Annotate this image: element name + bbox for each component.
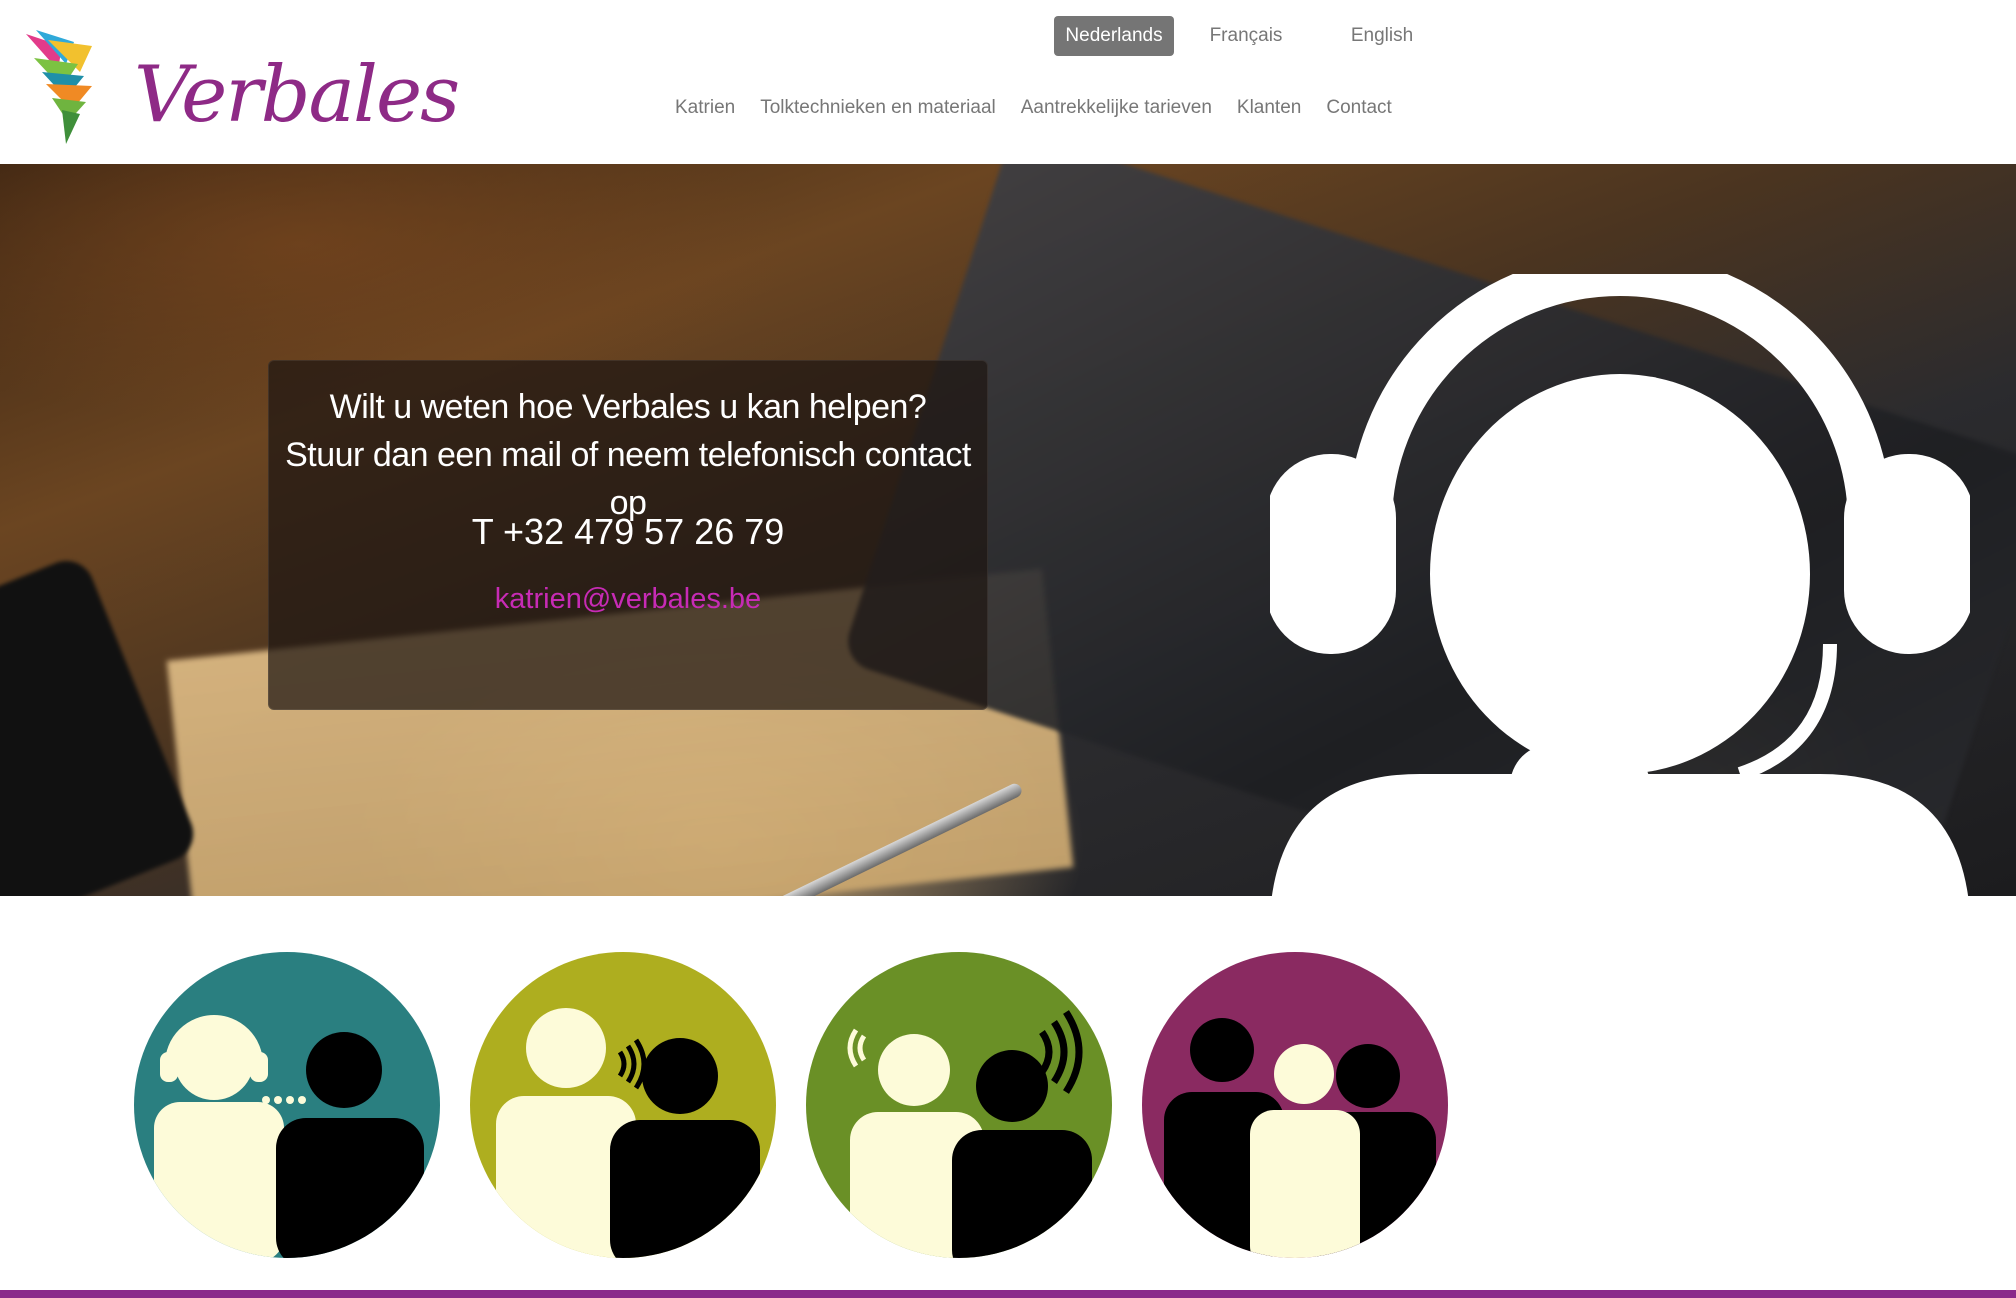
logo-mark-icon xyxy=(26,30,92,144)
contact-heading-line1: Wilt u weten hoe Verbales u kan helpen? xyxy=(329,388,927,426)
service-whispering[interactable] xyxy=(470,952,776,1258)
nav-item-klanten[interactable]: Klanten xyxy=(1237,94,1301,122)
nav-item-katrien[interactable]: Katrien xyxy=(675,94,735,122)
interpreter-headset-icon xyxy=(154,1015,424,1258)
hero-background-phone xyxy=(0,552,202,896)
nav-item-tarieven[interactable]: Aantrekkelijke tarieven xyxy=(1021,94,1212,122)
liaison-interpreter-icon xyxy=(847,1010,1092,1258)
headset-person-icon xyxy=(1270,274,1970,896)
service-interpreting[interactable] xyxy=(134,952,440,1258)
language-switcher: Nederlands Français English xyxy=(1054,16,1442,56)
contact-phone: T +32 479 57 26 79 xyxy=(471,511,785,552)
language-francais[interactable]: Français xyxy=(1174,16,1318,56)
whispering-interpreter-icon xyxy=(496,1008,760,1258)
group-meeting-icon xyxy=(1164,1018,1436,1258)
service-conference[interactable] xyxy=(1142,952,1448,1258)
nav-item-tolktechnieken[interactable]: Tolktechnieken en materiaal xyxy=(760,94,996,122)
contact-email-link[interactable]: katrien@verbales.be xyxy=(269,577,987,621)
language-nederlands[interactable]: Nederlands xyxy=(1054,16,1174,56)
verbales-logo[interactable]: Verbales xyxy=(22,24,460,150)
service-liaison[interactable] xyxy=(806,952,1112,1258)
language-english[interactable]: English xyxy=(1322,16,1442,56)
footer-accent-bar xyxy=(0,1290,2016,1298)
main-nav: Katrien Tolktechnieken en materiaal Aant… xyxy=(675,94,1417,122)
contact-card: Wilt u weten hoe Verbales u kan helpen? … xyxy=(268,360,988,710)
site-header: Verbales Nederlands Français English Kat… xyxy=(0,0,2016,164)
logo-wordmark: Verbales xyxy=(134,50,460,140)
nav-item-contact[interactable]: Contact xyxy=(1326,94,1391,122)
services-section xyxy=(0,896,2016,1290)
hero-banner: Wilt u weten hoe Verbales u kan helpen? … xyxy=(0,164,2016,896)
